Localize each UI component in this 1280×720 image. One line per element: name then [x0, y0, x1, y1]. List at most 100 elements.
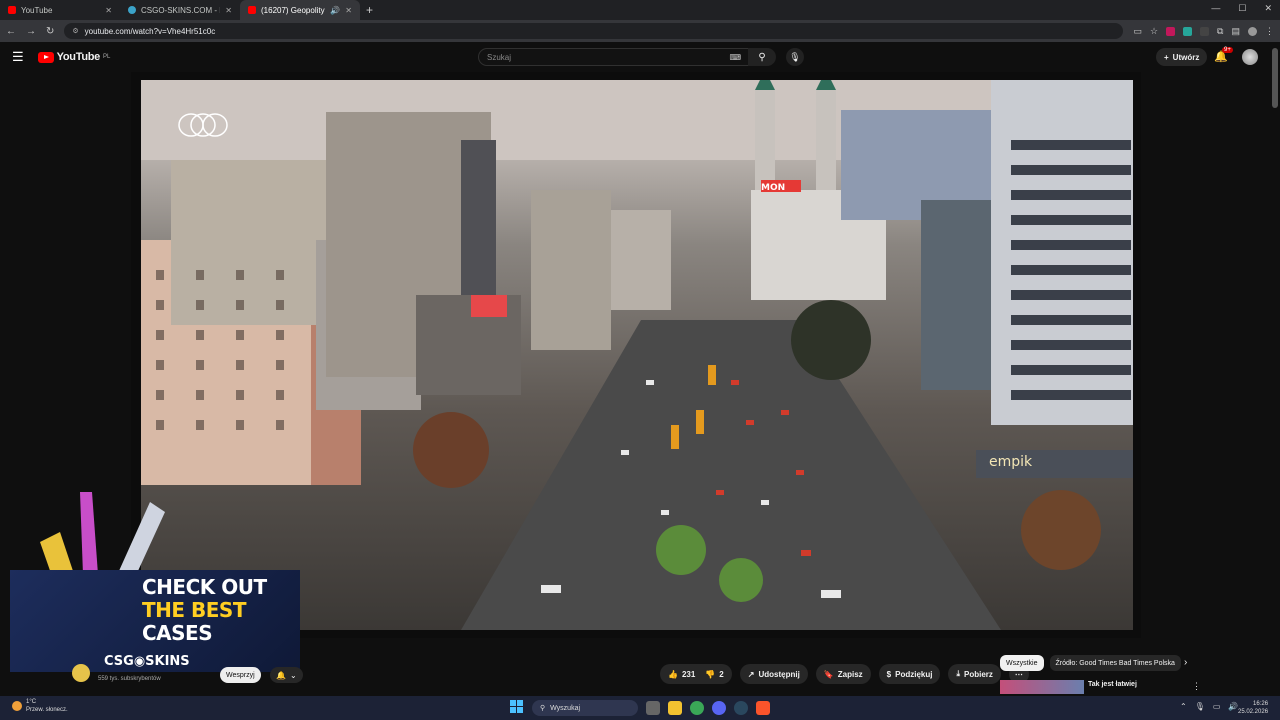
chevron-up-icon[interactable]: ⌃: [1180, 702, 1187, 711]
search-button[interactable]: ⚲: [748, 48, 776, 66]
bookmark-icon: 🔖: [823, 669, 834, 679]
dislike-button[interactable]: 👎 2: [705, 670, 723, 679]
subscriber-count: 559 tys. subskrybentów: [98, 676, 161, 682]
weather-sun-icon: [12, 701, 22, 711]
browser-tab-strip: YouTube ✕ CSGO-SKINS.COM - Najlepsze ✕ (…: [0, 0, 1280, 20]
subscribed-bell-button[interactable]: 🔔 ⌄: [270, 667, 303, 683]
url-field[interactable]: ⚙ youtube.com/watch?v=Vhe4Hr51c0c: [64, 23, 1124, 39]
channel-watermark-icon: [178, 113, 228, 137]
hamburger-menu-icon[interactable]: ☰: [12, 49, 24, 65]
chevron-right-icon[interactable]: ›: [1184, 657, 1187, 668]
windows-taskbar: [0, 696, 1280, 720]
youtube-favicon-icon: [8, 6, 16, 14]
thanks-label: Podziękuj: [895, 669, 933, 679]
youtube-play-icon: [37, 51, 54, 63]
video-actions: 👍 231 👎 2 ↗ Udostępnij 🔖 Zapisz $ Podzię…: [660, 664, 1029, 684]
ad-line-1: CHECK OUT: [142, 575, 267, 599]
task-view-icon[interactable]: [646, 701, 660, 715]
site-info-icon[interactable]: ⚙: [72, 27, 78, 35]
windows-start-icon[interactable]: [510, 700, 524, 714]
weather-desc: Przew. słonecz.: [26, 707, 68, 713]
sidebar-icon[interactable]: ▤: [1231, 26, 1240, 37]
steam-icon[interactable]: [734, 701, 748, 715]
like-button[interactable]: 👍 231: [668, 670, 695, 679]
download-button[interactable]: ⤓ Pobierz: [948, 664, 1001, 684]
search-icon: ⚲: [540, 705, 546, 712]
maximize-icon[interactable]: ☐: [1238, 3, 1246, 14]
extension-icon[interactable]: [1166, 26, 1176, 36]
youtube-logo[interactable]: YouTube PL: [37, 51, 110, 63]
mon-sign: MON: [761, 183, 785, 193]
minimize-icon[interactable]: —: [1211, 3, 1220, 14]
account-avatar[interactable]: [1242, 49, 1258, 65]
youtube-favicon-icon: [248, 6, 256, 14]
bookmark-star-icon[interactable]: ☆: [1150, 26, 1158, 37]
download-icon: ⤓: [956, 669, 961, 678]
extension-icon[interactable]: [1200, 26, 1210, 36]
browser-tab-geopolityka[interactable]: (16207) Geopolityka Morale 🔊 ✕: [240, 0, 360, 20]
new-tab-icon[interactable]: +: [366, 3, 373, 17]
join-button[interactable]: Wesprzyj: [220, 667, 261, 683]
taskbar-clock[interactable]: 16:26 25.02.2026: [1238, 700, 1268, 716]
channel-avatar[interactable]: [72, 664, 90, 682]
taskbar-search[interactable]: ⚲ Wyszukaj: [532, 700, 638, 716]
extension-icon[interactable]: [1183, 26, 1193, 36]
like-dislike-group: 👍 231 👎 2: [660, 664, 732, 684]
download-label: Pobierz: [964, 669, 993, 679]
extensions-area: ▭ ☆ ⧉ ▤ ⋮: [1133, 26, 1274, 37]
search-placeholder: Szukaj: [487, 52, 512, 62]
share-label: Udostępnij: [758, 669, 800, 679]
keyboard-icon[interactable]: ⌨: [729, 53, 741, 62]
clock-time: 16:26: [1253, 701, 1269, 707]
share-button[interactable]: ↗ Udostępnij: [739, 664, 808, 684]
brave-icon[interactable]: [756, 701, 770, 715]
puzzle-icon[interactable]: ⧉: [1217, 26, 1223, 37]
tab-title: (16207) Geopolityka Morale: [261, 5, 325, 15]
forward-icon[interactable]: →: [26, 26, 36, 37]
discord-icon[interactable]: [712, 701, 726, 715]
reload-icon[interactable]: ↻: [46, 26, 54, 37]
network-icon[interactable]: ▭: [1213, 702, 1221, 711]
browser-tab-csgo[interactable]: CSGO-SKINS.COM - Najlepsze ✕: [120, 0, 240, 20]
close-window-icon[interactable]: ✕: [1264, 3, 1272, 14]
close-icon[interactable]: ✕: [105, 6, 112, 15]
csgo-skins-ad[interactable]: CHECK OUT THE BEST CASES CSG◉SKINS: [10, 492, 300, 672]
tab-title: CSGO-SKINS.COM - Najlepsze: [141, 5, 220, 15]
page-scrollbar[interactable]: [1272, 48, 1278, 108]
browser-tab-youtube[interactable]: YouTube ✕: [0, 0, 120, 20]
search-input[interactable]: Szukaj ⌨: [478, 48, 750, 66]
chip-all[interactable]: Wszystkie: [1000, 655, 1044, 671]
weather-widget[interactable]: 1°C Przew. słonecz.: [12, 698, 68, 714]
create-button[interactable]: + Utwórz: [1156, 48, 1208, 66]
menu-kebab-icon[interactable]: ⋮: [1265, 26, 1274, 37]
csgo-favicon-icon: [128, 6, 136, 14]
chevron-down-icon: ⌄: [289, 670, 297, 680]
clock-date: 25.02.2026: [1238, 709, 1269, 715]
recommendation-thumbnail[interactable]: [1000, 680, 1084, 694]
back-icon[interactable]: ←: [6, 26, 16, 37]
ad-line-2: THE BEST: [142, 598, 246, 622]
thumbs-up-icon: 👍: [668, 669, 678, 679]
voice-search-button[interactable]: 🎙: [786, 48, 804, 66]
close-icon[interactable]: ✕: [225, 6, 232, 15]
bell-icon: 🔔: [276, 670, 286, 680]
microphone-icon[interactable]: 🎙: [1195, 702, 1205, 711]
volume-icon[interactable]: 🔊: [1228, 702, 1238, 711]
audio-icon[interactable]: 🔊: [330, 6, 340, 15]
address-bar-row: ← → ↻ ⚙ youtube.com/watch?v=Vhe4Hr51c0c …: [0, 20, 1280, 42]
taskbar-search-label: Wyszukaj: [550, 704, 581, 712]
close-icon[interactable]: ✕: [345, 6, 352, 15]
more-vert-icon[interactable]: ⋮: [1192, 681, 1201, 692]
chrome-icon[interactable]: [690, 701, 704, 715]
chip-source[interactable]: Źródło: Good Times Bad Times Polska: [1049, 655, 1181, 671]
recommendation-title[interactable]: Tak jest łatwiej: [1088, 681, 1137, 688]
ad-headline: CHECK OUT THE BEST CASES: [142, 576, 267, 645]
thanks-button[interactable]: $ Podziękuj: [878, 664, 941, 684]
microphone-icon: 🎙: [789, 51, 801, 62]
logo-text: YouTube: [56, 51, 101, 63]
save-button[interactable]: 🔖 Zapisz: [815, 664, 871, 684]
profile-avatar[interactable]: [1248, 26, 1257, 36]
window-controls: — ☐ ✕: [1211, 3, 1272, 14]
file-explorer-icon[interactable]: [668, 701, 682, 715]
cast-icon[interactable]: ▭: [1133, 26, 1142, 37]
